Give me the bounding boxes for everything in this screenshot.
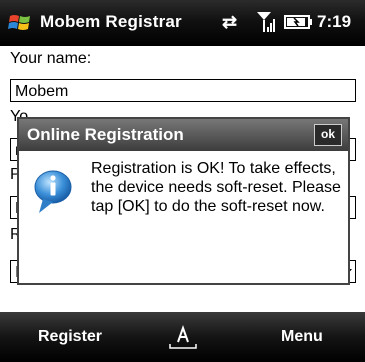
dialog-message: Registration is OK! To take effects, the… [91, 160, 341, 215]
menu-softkey[interactable]: Menu [281, 328, 323, 346]
window-title: Mobem Registrar [40, 12, 182, 31]
name-field[interactable]: Mobem [10, 79, 356, 102]
battery-icon[interactable] [284, 14, 314, 30]
title-bar: Mobem Registrar ⇄ 7:19 [0, 0, 365, 46]
data-sync-icon[interactable]: ⇄ [222, 12, 237, 33]
name-label: Your name: [10, 50, 92, 67]
info-icon [34, 170, 72, 213]
windows-start-icon[interactable] [8, 11, 32, 35]
dialog-title-bar: Online Registration ok [19, 119, 348, 151]
signal-icon[interactable] [256, 10, 278, 34]
clock[interactable]: 7:19 [317, 12, 351, 32]
keyboard-input-icon[interactable] [166, 322, 200, 352]
dialog-title: Online Registration [27, 125, 184, 144]
ok-button[interactable]: ok [314, 124, 342, 146]
register-softkey[interactable]: Register [38, 328, 102, 346]
softkey-bar: Register Menu [0, 312, 365, 362]
online-registration-dialog: Online Registration ok Registration is O… [17, 117, 350, 285]
